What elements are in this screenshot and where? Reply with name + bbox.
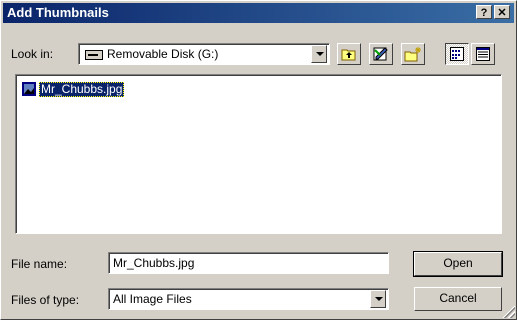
file-list[interactable]: [15, 74, 502, 234]
file-type-label: Files of type:: [11, 293, 80, 307]
cancel-button[interactable]: Cancel: [414, 287, 502, 311]
file-item-name: Mr_Chubbs.jpg: [39, 81, 125, 97]
list-view-button[interactable]: [445, 43, 469, 65]
help-button[interactable]: ?: [476, 5, 492, 19]
desktop-icon: [373, 46, 389, 65]
details-view-icon: [476, 47, 490, 64]
title-bar[interactable]: Add Thumbnails ? ✕: [3, 3, 514, 23]
file-type-value: All Image Files: [113, 292, 192, 306]
file-name-field[interactable]: Mr_Chubbs.jpg: [108, 252, 389, 274]
look-in-label: Look in:: [11, 47, 54, 61]
file-name-value: Mr_Chubbs.jpg: [113, 256, 195, 270]
up-one-level-icon: [341, 47, 357, 64]
image-file-icon: [21, 81, 37, 97]
details-view-button[interactable]: [471, 43, 495, 65]
close-button[interactable]: ✕: [494, 5, 510, 19]
desktop-button[interactable]: [369, 43, 393, 65]
list-view-icon: [450, 47, 464, 64]
up-one-level-button[interactable]: [337, 43, 361, 65]
file-type-dropdown-button[interactable]: [370, 290, 386, 308]
open-button[interactable]: Open: [413, 251, 503, 277]
dialog-title: Add Thumbnails: [7, 5, 109, 20]
look-in-combo[interactable]: Removable Disk (G:): [78, 43, 330, 65]
file-type-combo[interactable]: All Image Files: [108, 288, 389, 310]
chevron-down-icon: [375, 297, 383, 301]
list-item[interactable]: Mr_Chubbs.jpg: [21, 81, 125, 97]
chevron-down-icon: [316, 52, 324, 56]
new-folder-button[interactable]: [401, 43, 425, 65]
resize-grip[interactable]: [503, 306, 515, 318]
look-in-value: Removable Disk (G:): [107, 47, 219, 61]
file-name-label: File name:: [11, 257, 68, 271]
look-in-dropdown-button[interactable]: [311, 45, 327, 63]
new-folder-icon: [404, 46, 422, 65]
add-thumbnails-dialog: Add Thumbnails ? ✕ Look in: Removable Di…: [0, 0, 517, 320]
removable-disk-icon: [85, 49, 103, 63]
